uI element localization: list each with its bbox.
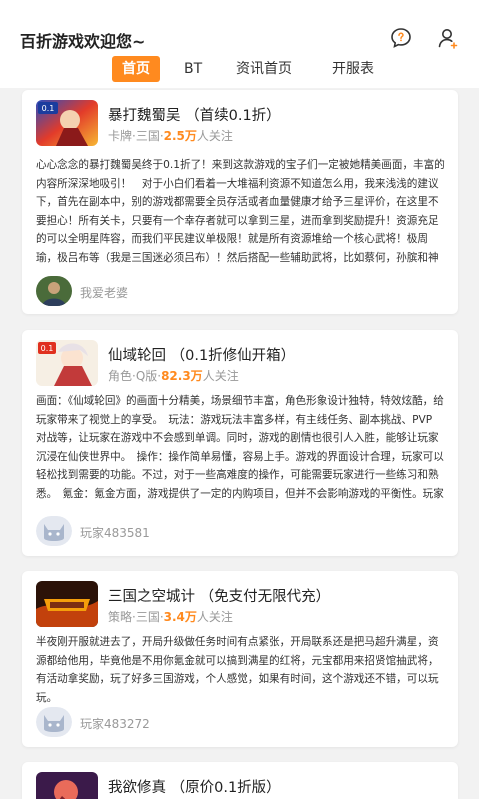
message-icon[interactable] [389,26,413,50]
game-review-card[interactable]: 三国之空城计 （免支付无限代充） 策略·三国·3.4万人关注 半夜刚开服就进去了… [22,571,458,747]
game-meta: 角色·Q版·82.3万人关注 [108,367,239,384]
game-category: 角色·Q版· [108,369,162,383]
tab-bt[interactable]: BT [174,56,212,82]
tab-server-schedule[interactable]: 开服表 [322,56,384,82]
avatar [36,516,72,546]
review-text[interactable]: 画面：《仙域轮回》的画面十分精美，场景细节丰富，角色形象设计独特，特效炫酷，给玩… [36,392,446,504]
top-header: 百折游戏欢迎您~ 首页 BT 资讯首页 开服表 [0,0,479,88]
follower-count: 82.3万 [161,369,203,383]
game-review-card[interactable]: 0.1 暴打魏蜀吴 （首续0.1折） 卡牌·三国·2.5万人关注 心心念念的暴打… [22,90,458,314]
username: 玩家483272 [80,717,150,731]
game-review-card[interactable]: 0.1 仙域轮回 （0.1折修仙开箱） 角色·Q版·82.3万人关注 画面：《仙… [22,330,458,556]
user-icon[interactable] [436,26,460,50]
game-category: 卡牌·三国· [108,129,164,143]
review-text[interactable]: 半夜刚开服就进去了，开局升级做任务时间有点紧张，开局联系还是把马超升满星，资源都… [36,633,446,709]
review-text[interactable]: 心心念念的暴打魏蜀吴终于0.1折了！来到这款游戏的宝子们一定被她精美画面，丰富的… [36,156,446,268]
username: 玩家483581 [80,526,150,540]
follower-count: 3.4万 [163,610,197,624]
game-title[interactable]: 仙域轮回 （0.1折修仙开箱） [108,344,295,365]
nav-tabs: 首页 BT 资讯首页 开服表 [0,56,479,84]
username: 我爱老婆 [80,286,129,300]
game-category: 策略·三国· [108,610,164,624]
follower-suffix: 人关注 [202,369,239,383]
follower-count: 2.5万 [163,129,197,143]
game-icon[interactable]: 0.1 [36,340,98,386]
follower-suffix: 人关注 [196,610,233,624]
game-title[interactable]: 三国之空城计 （免支付无限代充） [108,585,330,606]
app-title: 百折游戏欢迎您~ [20,32,146,51]
follower-suffix: 人关注 [196,129,233,143]
game-meta: 卡牌·三国·2.5万人关注 [108,127,233,144]
avatar [36,707,72,737]
tab-home[interactable]: 首页 [112,56,160,82]
game-icon[interactable]: 0.1 [36,100,98,146]
game-icon[interactable] [36,772,98,799]
svg-text:0.1: 0.1 [42,104,55,113]
avatar [36,276,72,306]
game-title[interactable]: 我欲修真 （原价0.1折版） [108,776,281,797]
game-meta: 策略·三国·3.4万人关注 [108,608,233,625]
tab-news-home[interactable]: 资讯首页 [226,56,302,82]
game-title[interactable]: 暴打魏蜀吴 （首续0.1折） [108,104,281,125]
game-review-card[interactable]: 我欲修真 （原价0.1折版） [22,762,458,799]
game-icon[interactable] [36,581,98,627]
svg-text:0.1: 0.1 [41,344,54,353]
